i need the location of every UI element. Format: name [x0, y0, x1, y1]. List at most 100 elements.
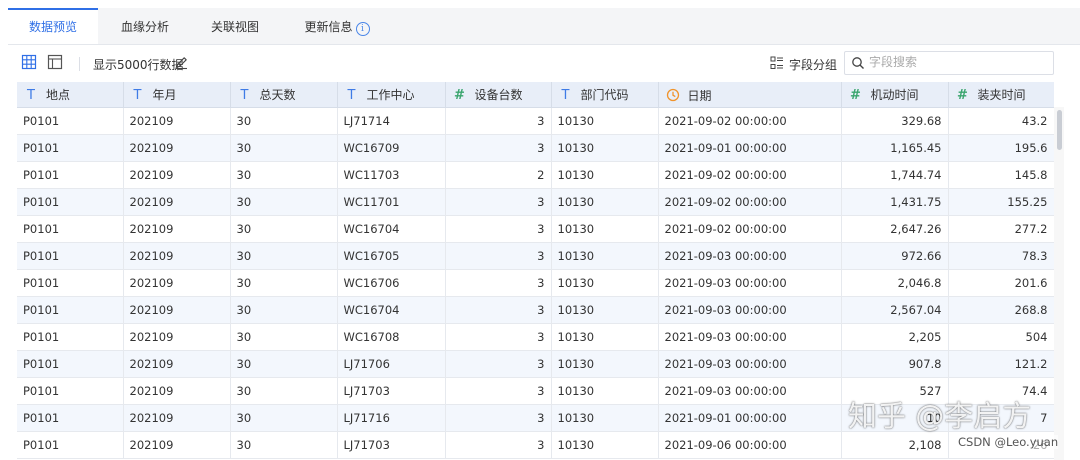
table-cell[interactable]: 10130	[551, 107, 659, 135]
table-cell[interactable]: 10130	[551, 134, 659, 162]
table-cell[interactable]: WC16706	[337, 269, 446, 297]
table-cell[interactable]: 1,431.75	[841, 188, 949, 216]
table-cell[interactable]: 2021-09-03 00:00:00	[658, 296, 842, 324]
column-header[interactable]: # 机动时间	[841, 82, 949, 108]
table-cell[interactable]: LJ71703	[337, 377, 446, 405]
table-cell[interactable]: WC16704	[337, 296, 446, 324]
table-cell[interactable]: P0101	[17, 161, 124, 189]
table-cell[interactable]: 3	[445, 188, 552, 216]
table-cell[interactable]: 2021-09-01 00:00:00	[658, 134, 842, 162]
table-cell[interactable]: 10130	[551, 431, 659, 459]
table-cell[interactable]: 10130	[551, 242, 659, 270]
table-row[interactable]: P0101 202109 30 WC11701 3 10130 2021-09-02 00:…	[17, 188, 1054, 216]
table-cell[interactable]: 2	[445, 161, 552, 189]
table-cell[interactable]: 195.6	[948, 134, 1054, 162]
table-cell[interactable]: 201.6	[948, 269, 1054, 297]
table-cell[interactable]: 202109	[123, 134, 231, 162]
table-cell[interactable]: P0101	[17, 134, 124, 162]
table-row[interactable]: P0101 202109 30 LJ71703 3 10130 2021-09-06 00:…	[17, 431, 1054, 459]
info-icon[interactable]: i	[355, 22, 370, 36]
table-cell[interactable]: P0101	[17, 431, 124, 459]
table-cell[interactable]: 10130	[551, 215, 659, 243]
table-cell[interactable]: P0101	[17, 215, 124, 243]
table-cell[interactable]: 30	[230, 161, 338, 189]
table-cell[interactable]: 2021-09-02 00:00:00	[658, 215, 842, 243]
column-header[interactable]: T 部门代码	[551, 82, 659, 108]
table-row[interactable]: P0101 202109 30 WC16706 3 10130 2021-09-03 00:…	[17, 269, 1054, 297]
table-cell[interactable]: P0101	[17, 188, 124, 216]
table-cell[interactable]: 145.8	[948, 161, 1054, 189]
table-cell[interactable]: 277.2	[948, 215, 1054, 243]
table-cell[interactable]: 78.3	[948, 242, 1054, 270]
table-cell[interactable]: 10130	[551, 188, 659, 216]
table-row[interactable]: P0101 202109 30 WC16705 3 10130 2021-09-03 00:…	[17, 242, 1054, 270]
table-cell[interactable]: 907.8	[841, 350, 949, 378]
table-cell[interactable]: P0101	[17, 323, 124, 351]
table-cell[interactable]: 10130	[551, 323, 659, 351]
table-cell[interactable]: 10130	[551, 296, 659, 324]
table-cell[interactable]: 202109	[123, 107, 231, 135]
table-cell[interactable]: 30	[230, 242, 338, 270]
tab-data-preview[interactable]: 数据预览	[8, 8, 98, 44]
scrollbar-track[interactable]	[1054, 107, 1064, 460]
table-cell[interactable]: 10130	[551, 269, 659, 297]
column-header[interactable]: T 年月	[123, 82, 231, 108]
table-cell[interactable]: 3	[445, 350, 552, 378]
table-cell[interactable]: 268.8	[948, 296, 1054, 324]
table-cell[interactable]: P0101	[17, 350, 124, 378]
scrollbar-thumb[interactable]	[1057, 110, 1062, 150]
table-cell[interactable]: 1,165.45	[841, 134, 949, 162]
table-cell[interactable]: LJ71716	[337, 404, 446, 432]
table-cell[interactable]: 2021-09-03 00:00:00	[658, 377, 842, 405]
table-row[interactable]: P0101 202109 30 WC16708 3 10130 2021-09-03 00:…	[17, 323, 1054, 351]
table-cell[interactable]: 202109	[123, 350, 231, 378]
table-cell[interactable]: WC11703	[337, 161, 446, 189]
table-cell[interactable]: 10130	[551, 404, 659, 432]
table-cell[interactable]: LJ71703	[337, 431, 446, 459]
table-cell[interactable]: 202109	[123, 296, 231, 324]
table-cell[interactable]: WC16704	[337, 215, 446, 243]
table-cell[interactable]: P0101	[17, 269, 124, 297]
table-cell[interactable]: 2021-09-03 00:00:00	[658, 323, 842, 351]
table-cell[interactable]: WC11701	[337, 188, 446, 216]
table-cell[interactable]: 202109	[123, 404, 231, 432]
table-cell[interactable]: WC16708	[337, 323, 446, 351]
table-cell[interactable]: P0101	[17, 242, 124, 270]
table-cell[interactable]: 10130	[551, 377, 659, 405]
layout-panel-icon[interactable]	[47, 54, 63, 70]
table-cell[interactable]: WC16705	[337, 242, 446, 270]
table-cell[interactable]: 3	[445, 323, 552, 351]
pencil-icon[interactable]	[174, 55, 189, 70]
table-cell[interactable]: 3	[445, 215, 552, 243]
table-cell[interactable]: 2,647.26	[841, 215, 949, 243]
table-row[interactable]: P0101 202109 30 WC16709 3 10130 2021-09-01 00:…	[17, 134, 1054, 162]
table-cell[interactable]: 202109	[123, 269, 231, 297]
table-cell[interactable]: 30	[230, 431, 338, 459]
table-cell[interactable]: 202109	[123, 242, 231, 270]
table-cell[interactable]: 504	[948, 323, 1054, 351]
table-cell[interactable]: LJ71714	[337, 107, 446, 135]
table-cell[interactable]: 2021-09-03 00:00:00	[658, 242, 842, 270]
table-cell[interactable]: 2,046.8	[841, 269, 949, 297]
tab-update-info[interactable]: 更新信息 i	[294, 8, 380, 44]
table-cell[interactable]: 10130	[551, 161, 659, 189]
table-row[interactable]: P0101 202109 30 LJ71714 3 10130 2021-09-02 00:…	[17, 107, 1054, 135]
table-cell[interactable]: LJ71706	[337, 350, 446, 378]
table-cell[interactable]: 30	[230, 215, 338, 243]
table-cell[interactable]: 329.68	[841, 107, 949, 135]
table-cell[interactable]: 2,567.04	[841, 296, 949, 324]
table-row[interactable]: P0101 202109 30 LJ71706 3 10130 2021-09-03 00:…	[17, 350, 1054, 378]
table-cell[interactable]: 155.25	[948, 188, 1054, 216]
table-cell[interactable]: 3	[445, 242, 552, 270]
table-row[interactable]: P0101 202109 30 WC16704 3 10130 2021-09-03 00:…	[17, 296, 1054, 324]
table-cell[interactable]: 121.2	[948, 350, 1054, 378]
table-cell[interactable]: WC16709	[337, 134, 446, 162]
table-cell[interactable]: 3	[445, 269, 552, 297]
table-cell[interactable]: 1,744.74	[841, 161, 949, 189]
tab-lineage-analysis[interactable]: 血缘分析	[110, 8, 180, 44]
table-cell[interactable]: 202109	[123, 188, 231, 216]
table-cell[interactable]: 2021-09-01 00:00:00	[658, 404, 842, 432]
table-cell[interactable]: 2021-09-06 00:00:00	[658, 431, 842, 459]
field-search-input[interactable]	[869, 53, 1047, 71]
table-cell[interactable]: 202109	[123, 215, 231, 243]
